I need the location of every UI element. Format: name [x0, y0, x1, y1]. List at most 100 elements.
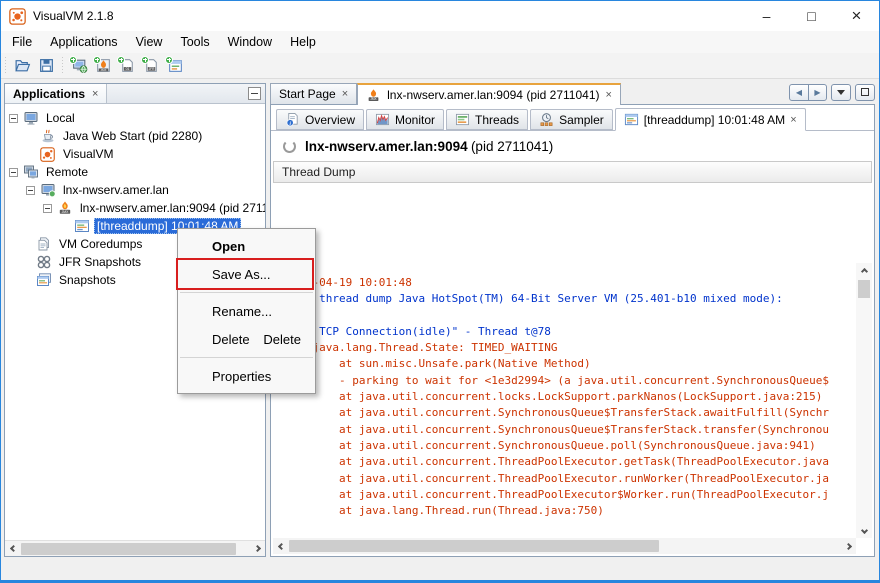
tree-item-java-web-start[interactable]: Java Web Start (pid 2280)	[5, 127, 265, 145]
threaddump-tab-close-icon[interactable]: ×	[790, 114, 796, 126]
tab-threads[interactable]: Threads	[446, 109, 528, 130]
monitor-icon	[375, 112, 390, 127]
plus-badge-icon	[69, 56, 77, 64]
applications-panel-header: Applications ×	[5, 84, 265, 104]
window-title: VisualVM 2.1.8	[33, 9, 114, 23]
tree-item-label: Remote	[43, 164, 91, 180]
threaddump-icon	[73, 218, 90, 234]
menu-help[interactable]: Help	[281, 32, 325, 52]
maximize-button[interactable]: □	[789, 1, 834, 31]
tree-item-visualvm[interactable]: VisualVM	[5, 145, 265, 163]
menu-tools[interactable]: Tools	[171, 32, 218, 52]
save-button[interactable]	[34, 55, 58, 77]
thread-dump-section-header: Thread Dump	[273, 161, 872, 183]
dump-line: at java.util.concurrent.ThreadPoolExecut…	[286, 487, 856, 503]
dump-line: at java.util.concurrent.SynchronousQueue…	[286, 405, 856, 421]
threads-icon	[455, 112, 470, 127]
save-as-label: Save As...	[212, 267, 271, 282]
tab-monitor[interactable]: Monitor	[366, 109, 444, 130]
tree-item-local[interactable]: Local	[5, 109, 265, 127]
tab-list-dropdown-button[interactable]	[831, 84, 851, 101]
menu-window[interactable]: Window	[219, 32, 281, 52]
thread-dump-text: 2024-04-19 10:01:48 Full thread dump Jav…	[273, 263, 856, 538]
collapse-expander-icon[interactable]	[43, 204, 52, 213]
remote-icon	[22, 164, 39, 180]
plus-badge-icon	[141, 56, 149, 64]
menu-file[interactable]: File	[3, 32, 41, 52]
scroll-left-button[interactable]	[5, 541, 21, 557]
plus-badge-icon	[165, 56, 173, 64]
context-menu-rename[interactable]: Rename...	[178, 297, 315, 325]
tree-item-jmx-application[interactable]: JMX lnx-nwserv.amer.lan:9094 (pid 271104…	[5, 199, 265, 217]
tree-item-remote-host[interactable]: lnx-nwserv.amer.lan	[5, 181, 265, 199]
sampler-tab-label: Sampler	[559, 113, 604, 127]
maximize-view-button[interactable]	[855, 84, 875, 101]
context-menu-open[interactable]: Open	[178, 232, 315, 260]
open-snapshot-button[interactable]	[10, 55, 34, 77]
scrollbar-thumb[interactable]	[858, 280, 870, 298]
collapse-expander-icon[interactable]	[9, 168, 18, 177]
tree-item-label: Java Web Start (pid 2280)	[60, 128, 205, 144]
plus-badge-icon	[93, 56, 101, 64]
tab-jmx-application[interactable]: JMX lnx-nwserv.amer.lan:9094 (pid 271104…	[357, 83, 621, 105]
dump-line: at java.util.concurrent.SynchronousQueue…	[286, 438, 856, 454]
menu-applications[interactable]: Applications	[41, 32, 126, 52]
svg-text:JFR: JFR	[148, 67, 155, 71]
jmx-tab-label: lnx-nwserv.amer.lan:9094 (pid 2711041)	[387, 88, 599, 102]
panel-minimize-button[interactable]	[248, 87, 261, 100]
scrollbar-thumb[interactable]	[289, 540, 659, 552]
view-header: lnx-nwserv.amer.lan:9094 (pid 2711041)	[271, 131, 874, 161]
tree-item-label: VM Coredumps	[56, 236, 145, 252]
dump-horizontal-scrollbar[interactable]	[273, 538, 856, 554]
tree-item-remote[interactable]: Remote	[5, 163, 265, 181]
tab-start-page[interactable]: Start Page ×	[270, 83, 357, 104]
tab-applications[interactable]: Applications ×	[5, 84, 107, 103]
tab-threaddump[interactable]: [threaddump] 10:01:48 AM ×	[615, 108, 806, 131]
add-jfr-snapshot-button[interactable]: JFR	[139, 55, 163, 77]
menu-view[interactable]: View	[127, 32, 172, 52]
status-bar	[1, 560, 879, 580]
coredumps-icon	[35, 236, 52, 252]
start-page-tab-close-icon[interactable]: ×	[342, 88, 348, 100]
collapse-expander-icon[interactable]	[26, 186, 35, 195]
scroll-right-button[interactable]	[840, 538, 856, 554]
dump-line: Full thread dump Java HotSpot(TM) 64-Bit…	[286, 291, 856, 307]
svg-text:JMX: JMX	[100, 68, 106, 72]
context-menu-save-as[interactable]: Save As...	[178, 260, 315, 288]
add-vm-coredump-button[interactable]: 01	[115, 55, 139, 77]
svg-text:JMX: JMX	[61, 210, 69, 214]
dump-line: java.lang.Thread.State: TIMED_WAITING	[286, 340, 856, 356]
scroll-tabs-left-button[interactable]: ◀	[790, 85, 808, 100]
scroll-right-button[interactable]	[249, 541, 265, 557]
collapse-expander-icon[interactable]	[9, 114, 18, 123]
menu-separator	[180, 357, 313, 358]
dump-line: 2024-04-19 10:01:48	[286, 275, 856, 291]
context-menu-properties[interactable]: Properties	[178, 362, 315, 390]
context-menu-delete[interactable]: Delete Delete	[178, 325, 315, 353]
tab-overview[interactable]: i Overview	[276, 109, 364, 130]
dump-vertical-scrollbar[interactable]	[856, 263, 872, 538]
application-view: i Overview Monitor Threads	[270, 105, 875, 557]
scrollbar-thumb[interactable]	[21, 543, 236, 555]
scroll-tabs-right-button[interactable]: ▶	[808, 85, 826, 100]
close-button[interactable]: ×	[834, 1, 879, 31]
tab-sampler[interactable]: Sampler	[530, 109, 613, 130]
tab-navigation: ◀ ▶	[789, 83, 875, 104]
application-name: lnx-nwserv.amer.lan:9094	[305, 139, 468, 154]
jmx-tab-close-icon[interactable]: ×	[605, 89, 611, 101]
scroll-down-button[interactable]	[856, 522, 872, 538]
add-snapshot-button[interactable]	[163, 55, 187, 77]
scroll-up-button[interactable]	[856, 263, 872, 279]
minimize-button[interactable]: –	[744, 1, 789, 31]
add-remote-host-button[interactable]	[67, 55, 91, 77]
svg-text:01: 01	[125, 67, 129, 71]
applications-horizontal-scrollbar[interactable]	[5, 540, 265, 556]
document-tabstrip: Start Page × JMX lnx-nwserv.amer.lan:909…	[270, 83, 875, 105]
add-jmx-connection-button[interactable]: JMX	[91, 55, 115, 77]
computer-icon	[22, 110, 39, 126]
scroll-left-button[interactable]	[273, 538, 289, 554]
visualvm-icon	[39, 146, 56, 162]
threads-tab-label: Threads	[475, 113, 519, 127]
dump-line	[286, 308, 856, 324]
applications-tab-close-icon[interactable]: ×	[92, 88, 98, 100]
